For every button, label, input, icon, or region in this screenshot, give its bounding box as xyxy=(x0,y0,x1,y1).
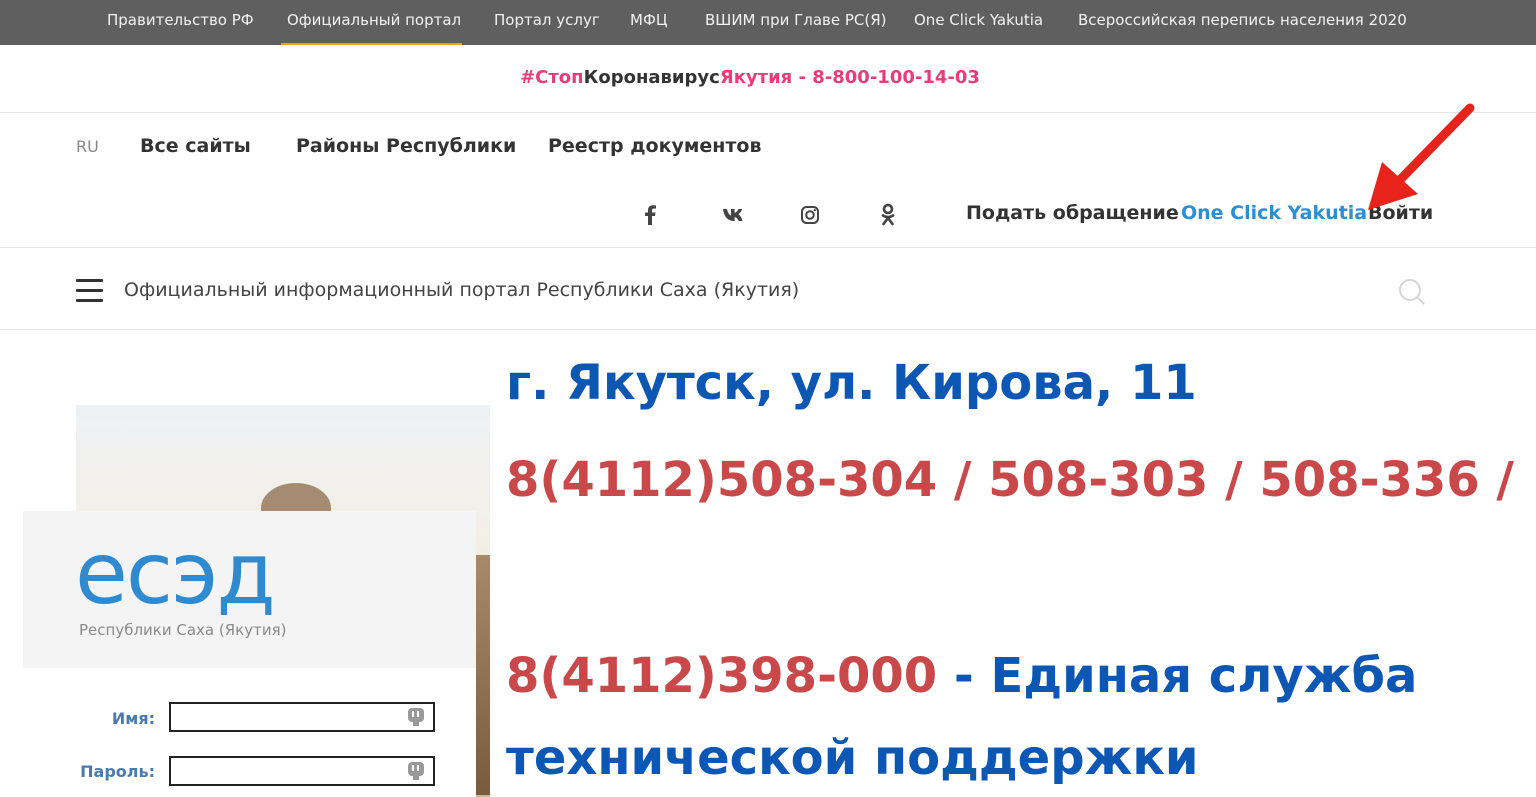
support-phone: 8(4112)398-000 xyxy=(506,648,938,704)
covid-phone: - 8-800-100-14-03 xyxy=(792,67,980,88)
nav-regions[interactable]: Районы Республики xyxy=(296,135,516,157)
support-line-1: 8(4112)398-000 - Единая служба xyxy=(506,648,1417,704)
search-icon[interactable] xyxy=(1397,277,1427,307)
top-navigation-bar: Правительство РФ Официальный портал Порт… xyxy=(0,0,1536,45)
one-click-yakutia-link[interactable]: One Click Yakutia xyxy=(1181,202,1367,224)
topbar-link-government[interactable]: Правительство РФ xyxy=(107,11,254,29)
esed-logo-subtitle: Республики Саха (Якутия) xyxy=(79,621,287,639)
topbar-link-vshim[interactable]: ВШИМ при Главе РС(Я) xyxy=(705,11,887,29)
nav-documents-registry[interactable]: Реестр документов xyxy=(548,135,762,157)
odnoklassniki-icon[interactable] xyxy=(875,202,901,228)
covid-hotline-banner[interactable]: #СтопКоронавирусЯкутия - 8-800-100-14-03 xyxy=(0,67,1500,88)
nav-all-sites[interactable]: Все сайты xyxy=(140,135,251,157)
key-icon[interactable] xyxy=(406,706,426,728)
support-label-2: технической поддержки xyxy=(506,730,1199,786)
divider xyxy=(0,112,1536,113)
vk-icon[interactable] xyxy=(721,202,747,228)
language-switch[interactable]: RU xyxy=(76,137,99,156)
divider xyxy=(0,247,1536,248)
instagram-icon[interactable] xyxy=(797,202,823,228)
username-label: Имя: xyxy=(111,709,155,728)
hamburger-menu-icon[interactable] xyxy=(76,279,103,303)
phones-text: 8(4112)508-304 / 508-303 / 508-336 / xyxy=(506,452,1514,508)
username-input[interactable] xyxy=(169,702,435,732)
red-arrow-annotation xyxy=(1368,103,1475,210)
address-text: г. Якутск, ул. Кирова, 11 xyxy=(506,355,1197,411)
topbar-link-mfc[interactable]: МФЦ xyxy=(630,11,668,29)
topbar-link-one-click[interactable]: One Click Yakutia xyxy=(914,11,1043,29)
phones-numbers: 8(4112)508-304 / 508-303 / 508-336 / xyxy=(506,452,1514,508)
submit-appeal-link[interactable]: Подать обращение xyxy=(966,202,1179,224)
covid-hashtag-coronavirus: Коронавирус xyxy=(583,67,720,88)
esed-logo-area: есэд Республики Саха (Якутия) xyxy=(23,511,476,668)
topbar-link-census[interactable]: Всероссийская перепись населения 2020 xyxy=(1078,11,1407,29)
topbar-link-services-portal[interactable]: Портал услуг xyxy=(494,11,600,29)
covid-hashtag-stop: #Стоп xyxy=(520,67,584,88)
portal-title: Официальный информационный портал Респуб… xyxy=(124,279,800,301)
password-input[interactable] xyxy=(169,756,435,786)
divider xyxy=(0,329,1536,330)
esed-login-panel: есэд Республики Саха (Якутия) Имя: Парол… xyxy=(23,511,476,797)
support-label-1: - Единая служба xyxy=(937,648,1418,704)
esed-logo: есэд xyxy=(75,524,276,624)
covid-hashtag-yakutia: Якутия xyxy=(719,67,793,88)
topbar-link-official-portal[interactable]: Официальный портал xyxy=(287,11,461,29)
key-icon[interactable] xyxy=(406,760,426,782)
facebook-icon[interactable] xyxy=(637,202,663,228)
active-tab-indicator xyxy=(281,43,462,45)
password-label: Пароль: xyxy=(80,762,155,781)
